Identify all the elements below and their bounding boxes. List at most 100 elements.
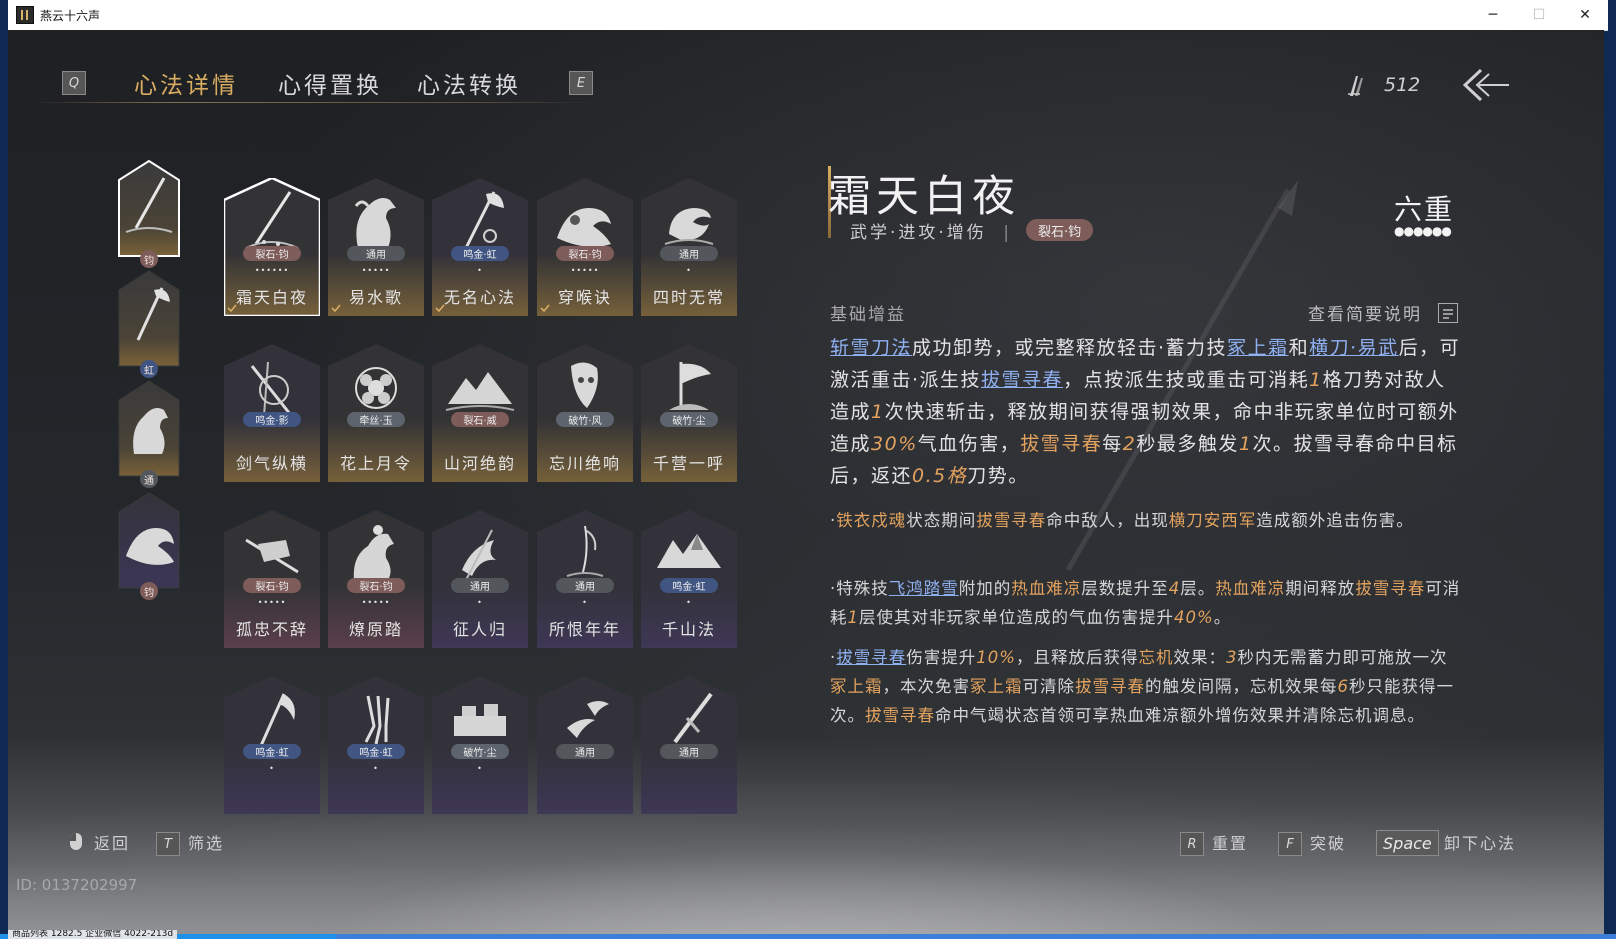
desc-text: ，本次免害 xyxy=(882,677,970,696)
skill-card[interactable]: 裂石·钧 ••••• 孤忠不辞 xyxy=(224,510,320,648)
desc-text: 和 xyxy=(1288,337,1310,359)
tab-insight-swap[interactable]: 心得置换 xyxy=(278,66,382,100)
skill-card[interactable]: 鸣金·影 剑气纵横 xyxy=(224,344,320,482)
skill-card[interactable]: 破竹·尘 千营一呼 xyxy=(641,344,737,482)
tab-skill-details[interactable]: 心法详情 xyxy=(134,66,238,100)
card-school-tag: 裂石·钧 xyxy=(556,246,614,261)
desc-text: 热血难凉 xyxy=(1215,579,1286,598)
card-school-tag: 通用 xyxy=(347,246,405,261)
back-button[interactable]: 返回 xyxy=(94,830,130,854)
slot-school-badge: 钧 xyxy=(140,582,158,600)
skill-card[interactable]: 鸣金·虹 • 无名心法 xyxy=(432,178,528,316)
skill-card[interactable]: 破竹·风 忘川绝响 xyxy=(537,344,633,482)
minimize-button[interactable]: ─ xyxy=(1470,0,1516,30)
equipped-slot[interactable]: 虹 xyxy=(118,270,180,378)
tabs-underline xyxy=(32,102,598,103)
desc-text: 可清除 xyxy=(1022,677,1075,696)
prev-tab-key[interactable]: Q xyxy=(62,71,86,95)
equipped-check-icon xyxy=(540,304,550,313)
skill-link[interactable]: 拔雪寻春 xyxy=(981,369,1063,391)
skill-link[interactable]: 拔雪寻春 xyxy=(836,648,906,667)
skill-card[interactable]: 裂石·钧 •••••• 霜天白夜 xyxy=(224,178,320,316)
mouse-icon xyxy=(70,833,82,850)
skill-card[interactable]: 通用 xyxy=(641,676,737,814)
currency-value: 512 xyxy=(1384,74,1421,96)
desc-text: 刀势。 xyxy=(967,465,1029,487)
skill-card[interactable]: 裂石·钧 ••••• 燎原踏 xyxy=(328,510,424,648)
close-button[interactable]: ✕ xyxy=(1562,0,1608,30)
desc-text: 4 xyxy=(1168,579,1181,598)
desc-text: 忘机 xyxy=(1138,648,1174,667)
desc-text: 1 xyxy=(847,608,859,627)
skill-link[interactable]: 斩雪刀法 xyxy=(830,337,912,359)
equipped-slot[interactable]: 通 xyxy=(118,380,180,488)
maximize-button[interactable]: ☐ xyxy=(1516,0,1562,30)
skill-card[interactable]: 通用 ••••• 易水歌 xyxy=(328,178,424,316)
tab-skill-convert[interactable]: 心法转换 xyxy=(417,66,521,100)
filter-button[interactable]: 筛选 xyxy=(188,830,224,854)
card-school-tag: 裂石·钧 xyxy=(347,578,405,593)
desc-text: 冢上霜 xyxy=(830,677,883,696)
desc-text: 气血伤害， xyxy=(917,433,1021,455)
break-key[interactable]: F xyxy=(1278,832,1302,856)
section-label-basic-buff: 基础增益 xyxy=(830,305,906,325)
skill-link[interactable]: 飞鸿踏雪 xyxy=(889,579,959,598)
game-viewport: Q 心法详情 心得置换 心法转换 E 512 钧 虹 通 钧 裂石·钧 ••••… xyxy=(8,30,1604,934)
reset-button[interactable]: 重置 xyxy=(1212,830,1248,854)
slot-school-badge: 钧 xyxy=(140,250,158,268)
card-school-tag: 破竹·尘 xyxy=(660,412,718,427)
card-school-tag: 裂石·钧 xyxy=(243,578,301,593)
app-icon xyxy=(16,6,34,24)
window-controls: ─ ☐ ✕ xyxy=(1470,0,1608,30)
card-level-dots: •••••• xyxy=(254,266,290,275)
desc-text: 拔雪寻春 xyxy=(1355,579,1426,598)
skill-card[interactable]: 通用 • 所恨年年 xyxy=(537,510,633,648)
desc-text: 命中气竭状态首领可享热血难凉额外增伤效果并清除忘机调息。 xyxy=(935,706,1425,725)
skill-card[interactable]: 破竹·尘 • xyxy=(432,676,528,814)
skill-link[interactable]: 冢上霜 xyxy=(1227,337,1289,359)
filter-key[interactable]: T xyxy=(156,832,180,856)
skill-effect-2: ·特殊技飞鸿踏雪附加的热血难凉层数提升至4层。热血难凉期间释放拔雪寻春可消耗1层… xyxy=(830,574,1462,632)
unload-key[interactable]: Space xyxy=(1376,830,1439,856)
desc-text: 30% xyxy=(871,433,918,455)
skill-card[interactable]: 裂石·威 山河绝韵 xyxy=(432,344,528,482)
skill-card[interactable]: 牵丝·玉 花上月令 xyxy=(328,344,424,482)
desc-text: 每 xyxy=(1102,433,1123,455)
skill-link[interactable]: 横刀·易武 xyxy=(1309,337,1399,359)
card-level-dots: • xyxy=(477,598,483,607)
back-arrow-icon[interactable] xyxy=(1463,68,1509,102)
card-level-dots: ••••• xyxy=(361,266,391,275)
card-school-tag: 裂石·钧 xyxy=(243,246,301,261)
desc-text: ·特殊技 xyxy=(830,579,889,598)
equipped-slot[interactable]: 钧 xyxy=(118,160,180,268)
taskbar-text: 商品列表 1282.5 企业微信 4022-213d xyxy=(8,930,178,939)
skill-rank-dots: ●●●●●● xyxy=(1394,224,1452,238)
card-school-tag: 通用 xyxy=(556,578,614,593)
desc-text: 造成额外追击伤害。 xyxy=(1256,511,1414,530)
axe-art-icon xyxy=(118,270,180,367)
skill-card[interactable]: 鸣金·虹 • 千山法 xyxy=(641,510,737,648)
category-separator: | xyxy=(1003,223,1012,243)
skill-card[interactable]: 通用 • 征人归 xyxy=(432,510,528,648)
equipped-slot[interactable]: 钧 xyxy=(118,492,180,600)
skill-card[interactable]: 通用 • 四时无常 xyxy=(641,178,737,316)
next-tab-key[interactable]: E xyxy=(569,71,593,95)
reset-key[interactable]: R xyxy=(1180,832,1204,856)
unload-skill-button[interactable]: 卸下心法 xyxy=(1444,830,1516,854)
slot-school-badge: 通 xyxy=(140,470,158,488)
skill-card[interactable]: 通用 xyxy=(537,676,633,814)
skill-card[interactable]: 鸣金·虹 • xyxy=(328,676,424,814)
desc-text: 效果： xyxy=(1173,648,1226,667)
skill-school-badge: 裂石·钧 xyxy=(1026,219,1094,241)
card-school-tag: 破竹·风 xyxy=(556,412,614,427)
desc-text: 热血难凉 xyxy=(1011,579,1082,598)
equipped-check-icon xyxy=(435,304,445,313)
brief-toggle-icon[interactable] xyxy=(1438,303,1458,323)
card-level-dots: • xyxy=(686,266,692,275)
desc-text: 命中敌人，出现 xyxy=(1046,511,1169,530)
card-name: 千山法 xyxy=(661,620,716,639)
view-brief-button[interactable]: 查看简要说明 xyxy=(1308,300,1422,325)
skill-card[interactable]: 裂石·钧 ••••• 穿喉诀 xyxy=(537,178,633,316)
break-button[interactable]: 突破 xyxy=(1310,830,1346,854)
skill-card[interactable]: 鸣金·虹 • xyxy=(224,676,320,814)
